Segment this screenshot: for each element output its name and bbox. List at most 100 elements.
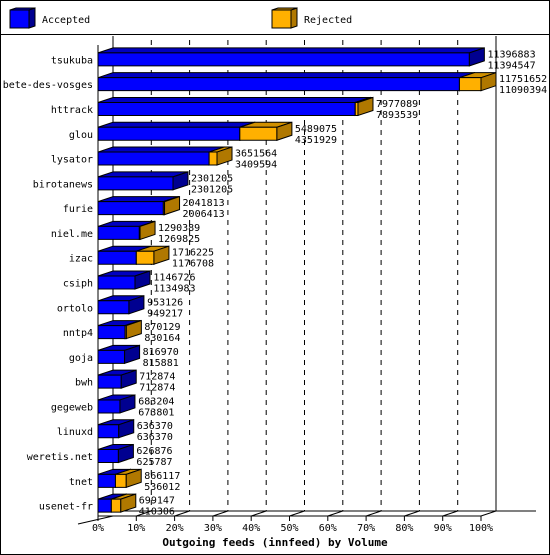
x-axis-title: Outgoing feeds (innfeed) by Volume [162, 536, 388, 549]
bar-rejected-front [135, 250, 155, 265]
value-label-rejected: 11396883 [487, 49, 535, 60]
legend-rejected-swatch [271, 7, 298, 29]
value-label-accepted: 625787 [136, 457, 172, 468]
x-tick-label: 90% [434, 523, 452, 534]
category-label: linuxd [57, 427, 93, 438]
bar-accepted-front [97, 52, 470, 67]
bar-group [97, 394, 136, 414]
bar-accepted-front [97, 201, 164, 216]
x-tick-label: 30% [204, 523, 222, 534]
value-label-rejected: 712874 [139, 372, 175, 383]
value-label-accepted: 636370 [137, 432, 173, 443]
value-label-rejected: 953126 [147, 297, 183, 308]
value-label-accepted: 11090394 [499, 85, 547, 96]
bar-accepted-front [97, 225, 140, 240]
category-label: weretis.net [27, 452, 93, 463]
bar-group [97, 468, 142, 489]
legend-accepted-label: Accepted [42, 15, 90, 26]
bar-group [97, 319, 142, 340]
grid-floor-tick [212, 510, 229, 517]
x-tick-label: 70% [357, 523, 375, 534]
value-label-rejected: 636370 [137, 421, 173, 432]
value-label-accepted: 1134983 [153, 284, 195, 295]
bar-accepted-front [97, 101, 356, 116]
x-tick-label: 20% [166, 523, 184, 534]
category-label: bwh [75, 378, 93, 389]
bar-accepted-top [97, 72, 475, 79]
category-label: ortolo [57, 303, 93, 314]
x-tick-label: 100% [469, 523, 493, 534]
bar-accepted-top [97, 96, 371, 103]
bar-accepted-front [97, 275, 136, 290]
bar-group [97, 295, 145, 315]
value-label-accepted: 4351929 [295, 135, 337, 146]
bar-group [97, 443, 134, 464]
value-label-rejected: 7977089 [376, 99, 418, 110]
bar-accepted-front [97, 374, 122, 389]
bar-rejected-front [114, 473, 127, 488]
grid-floor-tick [365, 510, 382, 517]
bar-group [97, 47, 485, 67]
bar-accepted-front [97, 449, 119, 464]
value-label-accepted: 1269825 [158, 234, 200, 245]
bar-group [97, 270, 151, 290]
bar-accepted-front [97, 176, 174, 191]
category-label: tsukuba [51, 55, 93, 66]
grid-floor-tick [251, 510, 267, 517]
category-label: goja [69, 353, 93, 364]
value-label-rejected: 683204 [138, 396, 174, 407]
floor-right-edge [480, 510, 497, 517]
bar-rejected-front [239, 126, 278, 141]
value-label-accepted: 815881 [143, 358, 179, 369]
bar-group [97, 146, 233, 166]
x-tick-labels: 0% 10% 20% 30% 40% 50% 60% 70% 80% 90% 100% [92, 516, 493, 534]
bar-accepted-top [97, 121, 255, 128]
legend-accepted-swatch [9, 7, 36, 29]
bar-accepted-front [97, 325, 126, 340]
bar-accepted-front [97, 498, 112, 513]
bar-group [97, 245, 170, 265]
bar-group [97, 121, 293, 141]
category-label: nntp4 [63, 328, 93, 339]
x-tick-label: 0% [92, 523, 104, 534]
value-label-rejected: 2301205 [191, 173, 233, 184]
category-label: usenet-fr [39, 502, 93, 513]
value-label-accepted: 949217 [147, 308, 183, 319]
category-label: izac [69, 254, 93, 265]
value-label-accepted: 536012 [144, 482, 180, 493]
bar-accepted-front [97, 424, 120, 439]
grid-floor-tick [442, 510, 458, 517]
bar-accepted-top [97, 47, 485, 54]
value-label-accepted: 11394547 [487, 60, 535, 71]
legend: Accepted Rejected [9, 7, 352, 29]
bar-rejected-front [110, 498, 122, 513]
value-label-accepted: 7893539 [376, 110, 418, 121]
bar-group [97, 195, 181, 216]
category-label: bete-des-vosges [3, 80, 93, 91]
value-label-accepted: 1176708 [172, 259, 214, 270]
x-tick-label: 10% [127, 523, 145, 534]
bar-group [97, 220, 156, 241]
value-label-rejected: 816970 [143, 347, 179, 358]
value-label-rejected: 3651564 [235, 149, 277, 160]
bar-group [97, 171, 189, 191]
value-label-accepted: 2006413 [183, 209, 225, 220]
category-label: httrack [51, 105, 93, 116]
value-label-accepted: 830164 [144, 333, 180, 344]
category-label: glou [69, 130, 93, 141]
bar-chart: Accepted Rejected tsukuba bete-des-vosges… [3, 7, 547, 549]
bar-group [97, 369, 137, 389]
bar-group [97, 419, 135, 439]
bar-accepted-front [97, 349, 126, 364]
value-label-accepted: 410306 [139, 507, 175, 518]
bar-rejected-front [458, 77, 482, 92]
category-label: tnet [69, 477, 93, 488]
bar-group [97, 493, 137, 513]
value-label-accepted: 712874 [139, 383, 175, 394]
category-label: lysator [51, 155, 93, 166]
category-label: gegeweb [51, 402, 93, 413]
bar-group [97, 71, 497, 92]
bar-accepted-front [97, 250, 137, 265]
bar-rejected-front [208, 151, 218, 166]
grid-floor-tick [289, 510, 305, 517]
